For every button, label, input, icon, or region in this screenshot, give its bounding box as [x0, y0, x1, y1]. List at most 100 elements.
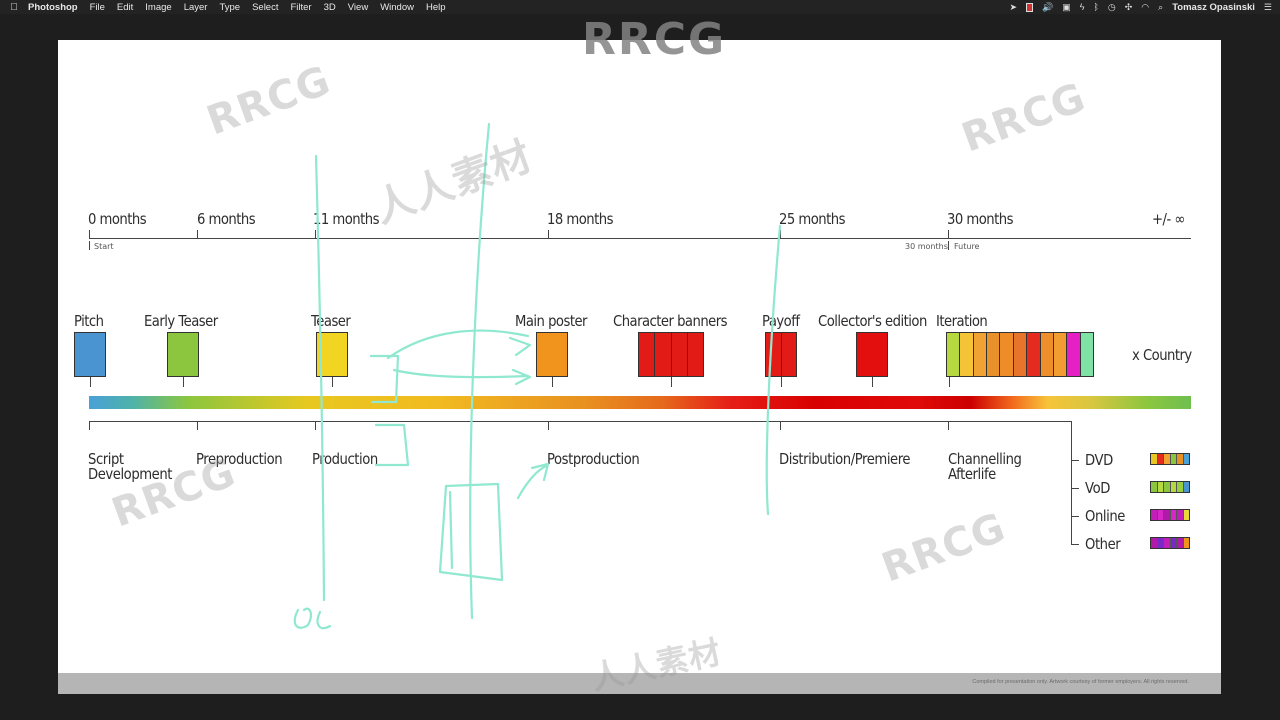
time-machine-icon[interactable]: ◷: [1108, 2, 1116, 13]
volume-icon[interactable]: 🔊: [1042, 2, 1053, 13]
menu-list-icon[interactable]: ☰: [1264, 2, 1272, 13]
item-label-collectors-edition: Collector's edition: [818, 312, 927, 330]
channel-branch: [1071, 488, 1079, 489]
item-stripe: [1067, 333, 1081, 376]
item-stripe: [960, 333, 974, 376]
item-tick: [90, 377, 91, 387]
channel-bar-other: [1150, 537, 1190, 549]
channel-bracket: [1071, 421, 1072, 545]
start-note: Start: [94, 242, 114, 251]
sketch-stroke: [530, 462, 550, 482]
item-box-pitch[interactable]: [74, 332, 106, 377]
item-label-payoff: Payoff: [762, 312, 800, 330]
item-box-main-poster[interactable]: [536, 332, 568, 377]
channel-bar-online: [1150, 509, 1190, 521]
axis-tick: [89, 230, 90, 238]
sketch-stroke: [511, 368, 532, 386]
item-stripe: [1053, 333, 1068, 376]
display-icon[interactable]: ▣: [1062, 2, 1071, 13]
watermark-logo: RRCG: [582, 14, 727, 65]
search-icon[interactable]: ⌕: [1158, 2, 1163, 13]
phase-postproduction: Postproduction: [547, 450, 640, 468]
item-stripe: [671, 333, 688, 376]
item-stripe: [947, 333, 961, 376]
item-box-iteration[interactable]: [946, 332, 1094, 377]
item-label-teaser: Teaser: [311, 312, 351, 330]
location-icon[interactable]: ➤: [1009, 2, 1017, 13]
item-box-collectors-edition[interactable]: [856, 332, 888, 377]
channel-label-online: Online: [1085, 507, 1125, 525]
phase-line: Distribution/Premiere: [779, 450, 911, 468]
channel-stripe: [1183, 454, 1189, 464]
item-stripe: [1040, 333, 1054, 376]
item-label-pitch: Pitch: [74, 312, 104, 330]
item-tick: [872, 377, 873, 387]
sketch-stroke: [448, 490, 454, 570]
month-label: 25 months: [779, 210, 846, 228]
menu-select[interactable]: Select: [252, 2, 278, 13]
menu-filter[interactable]: Filter: [290, 2, 311, 13]
month-label: 18 months: [547, 210, 614, 228]
item-stripe: [1027, 333, 1041, 376]
status-area: ➤ 🔊 ▣ ϟ ᛒ ◷ ✣ ◠ ⌕ Tomasz Opasinski ☰: [1009, 0, 1272, 14]
item-label-character-banners: Character banners: [613, 312, 728, 330]
wifi-icon[interactable]: ◠: [1141, 2, 1149, 13]
sketch-stroke: [516, 464, 548, 500]
menu-window[interactable]: Window: [380, 2, 414, 13]
menu-view[interactable]: View: [348, 2, 368, 13]
user-name[interactable]: Tomasz Opasinski: [1172, 2, 1255, 13]
item-stripe: [973, 333, 988, 376]
timeline-axis: [89, 238, 1191, 239]
menu-type[interactable]: Type: [219, 2, 240, 13]
channel-stripe: [1183, 538, 1189, 548]
item-stripe: [1013, 333, 1028, 376]
channel-branch: [1071, 516, 1079, 517]
phase-line: Postproduction: [547, 450, 640, 468]
app-menu[interactable]: Photoshop: [28, 2, 78, 13]
channel-bar-dvd: [1150, 453, 1190, 465]
phase-axis: [89, 421, 1071, 422]
future-tick: [948, 241, 949, 250]
item-stripe: [766, 333, 782, 376]
axis-tick: [948, 230, 949, 238]
phase-production: Production: [312, 452, 378, 467]
phase-tick: [197, 421, 198, 430]
phase-tick: [548, 421, 549, 430]
menu-file[interactable]: File: [90, 2, 105, 13]
network-icon[interactable]: ✣: [1125, 2, 1133, 13]
item-box-teaser[interactable]: [316, 332, 348, 377]
item-stripe: [781, 333, 796, 376]
battery-icon[interactable]: [1025, 2, 1033, 12]
phase-channelling-afterlife: Channelling Afterlife: [948, 452, 1022, 482]
sketch-stroke: [386, 329, 530, 360]
power-icon[interactable]: ϟ: [1080, 2, 1085, 12]
phase-distribution: Distribution/Premiere: [779, 450, 911, 468]
item-box-character-banners[interactable]: [638, 332, 704, 377]
start-tick: [89, 241, 90, 250]
menu-layer[interactable]: Layer: [184, 2, 208, 13]
item-label-main-poster: Main poster: [515, 312, 587, 330]
menu-edit[interactable]: Edit: [117, 2, 133, 13]
item-label-early-teaser: Early Teaser: [144, 312, 218, 330]
apple-menu-icon[interactable]: : [0, 2, 28, 13]
channel-stripe: [1183, 510, 1189, 520]
item-box-early-teaser[interactable]: [167, 332, 199, 377]
axis-tick: [780, 230, 781, 238]
channel-bar-vod: [1150, 481, 1190, 493]
item-stripe: [687, 333, 703, 376]
axis-tick: [197, 230, 198, 238]
menu-3d[interactable]: 3D: [324, 2, 336, 13]
item-label-iteration: Iteration: [936, 312, 988, 330]
menu-image[interactable]: Image: [145, 2, 171, 13]
phase-tick: [780, 421, 781, 430]
item-box-payoff[interactable]: [765, 332, 797, 377]
end-note: 30 months: [905, 242, 948, 251]
menu-help[interactable]: Help: [426, 2, 446, 13]
timeline-gradient-bar: [89, 396, 1191, 409]
sketch-stroke: [316, 610, 332, 630]
bluetooth-icon[interactable]: ᛒ: [1093, 2, 1098, 12]
month-label: 6 months: [197, 210, 256, 228]
infinity-label: +/- ∞: [1152, 210, 1185, 228]
item-tick: [671, 377, 672, 387]
item-stripe: [639, 333, 656, 376]
